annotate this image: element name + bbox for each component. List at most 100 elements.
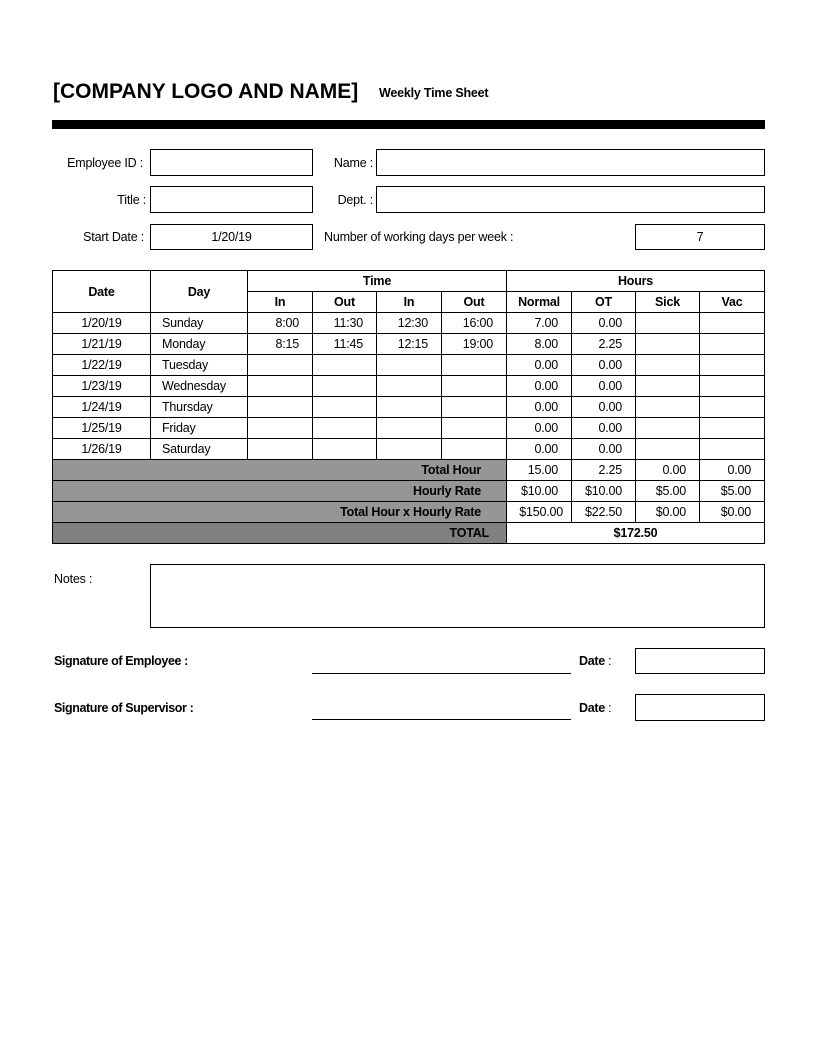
employee-signature-line[interactable] xyxy=(312,673,571,674)
cell-vac[interactable] xyxy=(699,333,765,355)
cell-in-1[interactable] xyxy=(247,417,313,439)
employee-date-field[interactable] xyxy=(635,648,765,674)
cell-vac[interactable] xyxy=(699,396,765,418)
cell-ot: 0.00 xyxy=(571,312,636,334)
summary-row-total-hour: Total Hour 15.00 2.25 0.00 0.00 xyxy=(52,459,765,481)
supervisor-date-label: Date : xyxy=(579,701,612,715)
summary-label: Hourly Rate xyxy=(52,480,507,502)
dept-field[interactable] xyxy=(376,186,765,213)
cell-out-2[interactable] xyxy=(441,438,507,460)
cell-vac[interactable] xyxy=(699,354,765,376)
rate-sick[interactable]: $5.00 xyxy=(635,480,700,502)
cell-out-1[interactable] xyxy=(312,417,377,439)
header-divider xyxy=(52,120,765,129)
cell-normal: 8.00 xyxy=(506,333,572,355)
title-field[interactable] xyxy=(150,186,313,213)
cell-in-1[interactable]: 8:00 xyxy=(247,312,313,334)
cell-out-2[interactable]: 19:00 xyxy=(441,333,507,355)
start-date-field[interactable]: 1/20/19 xyxy=(150,224,313,250)
total-row: TOTAL $172.50 xyxy=(52,522,765,544)
cell-vac[interactable] xyxy=(699,312,765,334)
cell-date[interactable]: 1/21/19 xyxy=(52,333,151,355)
rate-ot[interactable]: $10.00 xyxy=(571,480,636,502)
cell-sick[interactable] xyxy=(635,354,700,376)
cell-in-1[interactable] xyxy=(247,354,313,376)
col-header-day: Day xyxy=(150,270,248,313)
summary-label: Total Hour xyxy=(52,459,507,481)
cell-day[interactable]: Wednesday xyxy=(150,375,248,397)
cell-in-2[interactable]: 12:30 xyxy=(376,312,442,334)
cell-out-2[interactable] xyxy=(441,396,507,418)
col-header-time: Time xyxy=(247,270,507,292)
employee-id-field[interactable] xyxy=(150,149,313,176)
cell-date[interactable]: 1/22/19 xyxy=(52,354,151,376)
cell-in-2[interactable] xyxy=(376,438,442,460)
cell-out-1[interactable] xyxy=(312,438,377,460)
cell-out-2[interactable] xyxy=(441,375,507,397)
cell-out-1[interactable] xyxy=(312,396,377,418)
cell-sick[interactable] xyxy=(635,312,700,334)
cell-day[interactable]: Monday xyxy=(150,333,248,355)
cell-date[interactable]: 1/20/19 xyxy=(52,312,151,334)
cell-date[interactable]: 1/26/19 xyxy=(52,438,151,460)
document-title: Weekly Time Sheet xyxy=(379,86,489,100)
summary-row-hourly-rate: Hourly Rate $10.00 $10.00 $5.00 $5.00 xyxy=(52,480,765,502)
cell-in-2[interactable] xyxy=(376,417,442,439)
cell-ot: 0.00 xyxy=(571,438,636,460)
summary-normal: 15.00 xyxy=(506,459,572,481)
cell-vac[interactable] xyxy=(699,438,765,460)
cell-in-2[interactable] xyxy=(376,375,442,397)
timesheet-table: Date Day Time Hours In Out In Out Normal… xyxy=(52,270,765,544)
supervisor-signature-label: Signature of Supervisor : xyxy=(54,701,194,715)
notes-field[interactable] xyxy=(150,564,765,628)
cell-out-1[interactable] xyxy=(312,354,377,376)
rate-vac[interactable]: $5.00 xyxy=(699,480,765,502)
cell-in-1[interactable] xyxy=(247,375,313,397)
title-label: Title : xyxy=(117,193,146,207)
name-field[interactable] xyxy=(376,149,765,176)
cell-in-2[interactable]: 12:15 xyxy=(376,333,442,355)
cell-day[interactable]: Sunday xyxy=(150,312,248,334)
summary-row-pay: Total Hour x Hourly Rate $150.00 $22.50 … xyxy=(52,501,765,523)
cell-sick[interactable] xyxy=(635,396,700,418)
cell-in-2[interactable] xyxy=(376,396,442,418)
working-days-field[interactable]: 7 xyxy=(635,224,765,250)
cell-out-2[interactable] xyxy=(441,354,507,376)
cell-sick[interactable] xyxy=(635,438,700,460)
cell-out-2[interactable]: 16:00 xyxy=(441,312,507,334)
supervisor-signature-line[interactable] xyxy=(312,719,571,720)
cell-date[interactable]: 1/25/19 xyxy=(52,417,151,439)
supervisor-date-field[interactable] xyxy=(635,694,765,721)
summary-vac: 0.00 xyxy=(699,459,765,481)
cell-out-2[interactable] xyxy=(441,417,507,439)
pay-ot: $22.50 xyxy=(571,501,636,523)
cell-out-1[interactable]: 11:30 xyxy=(312,312,377,334)
cell-in-1[interactable] xyxy=(247,438,313,460)
cell-sick[interactable] xyxy=(635,375,700,397)
cell-in-2[interactable] xyxy=(376,354,442,376)
cell-vac[interactable] xyxy=(699,417,765,439)
cell-in-1[interactable] xyxy=(247,396,313,418)
cell-out-1[interactable]: 11:45 xyxy=(312,333,377,355)
cell-day[interactable]: Friday xyxy=(150,417,248,439)
cell-date[interactable]: 1/23/19 xyxy=(52,375,151,397)
cell-normal: 7.00 xyxy=(506,312,572,334)
cell-sick[interactable] xyxy=(635,333,700,355)
cell-day[interactable]: Thursday xyxy=(150,396,248,418)
cell-date[interactable]: 1/24/19 xyxy=(52,396,151,418)
cell-vac[interactable] xyxy=(699,375,765,397)
rate-normal[interactable]: $10.00 xyxy=(506,480,572,502)
cell-ot: 0.00 xyxy=(571,375,636,397)
employee-signature-label: Signature of Employee : xyxy=(54,654,188,668)
cell-out-1[interactable] xyxy=(312,375,377,397)
table-row: 1/23/19 Wednesday 0.00 0.00 xyxy=(52,375,765,397)
supervisor-date-label-text: Date xyxy=(579,701,605,715)
cell-day[interactable]: Tuesday xyxy=(150,354,248,376)
cell-sick[interactable] xyxy=(635,417,700,439)
cell-day[interactable]: Saturday xyxy=(150,438,248,460)
total-label: TOTAL xyxy=(52,522,507,544)
table-row: 1/24/19 Thursday 0.00 0.00 xyxy=(52,396,765,418)
cell-in-1[interactable]: 8:15 xyxy=(247,333,313,355)
col-header-ot: OT xyxy=(571,291,636,313)
supervisor-date-colon: : xyxy=(604,701,612,715)
